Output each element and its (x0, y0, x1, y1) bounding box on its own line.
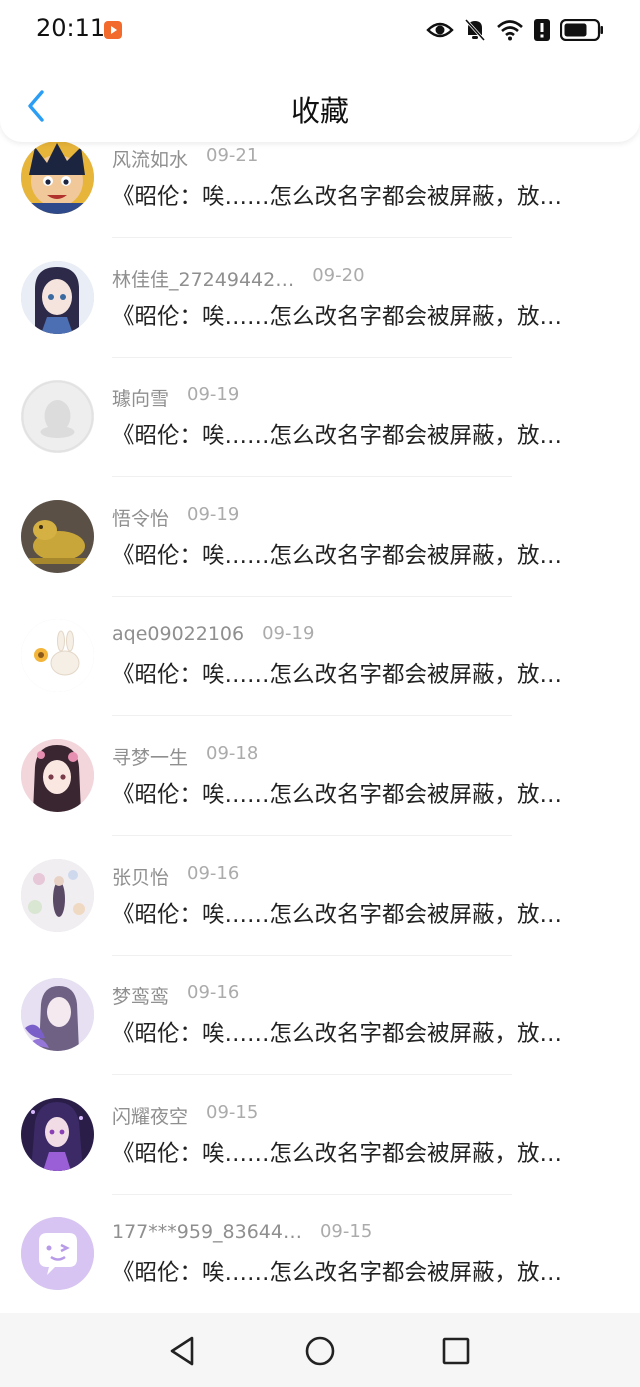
favorite-content: 《昭伦：唉……怎么改名字都会被屏蔽，放… (112, 901, 563, 928)
status-bar: 20:11 (0, 0, 640, 62)
avatar[interactable] (21, 1217, 94, 1291)
date: 09-19 (262, 623, 315, 645)
title-bar: 收藏 (0, 72, 640, 142)
wifi-icon (496, 19, 524, 41)
favorite-item[interactable]: 闪耀夜空 09-15 《昭伦：唉……怎么改名字都会被屏蔽，放… (0, 1076, 640, 1196)
header: 20:11 收藏 (0, 0, 640, 142)
user-name: 林佳佳_27249442… (112, 268, 295, 291)
avatar[interactable] (21, 858, 94, 932)
user-name: 悟令怡 (112, 507, 170, 530)
favorite-content: 《昭伦：唉……怎么改名字都会被屏蔽，放… (112, 781, 563, 808)
system-navigation-bar (0, 1313, 640, 1387)
home-circle-icon (304, 1335, 336, 1371)
favorite-content: 《昭伦：唉……怎么改名字都会被屏蔽，放… (112, 423, 563, 450)
avatar[interactable] (21, 1097, 94, 1171)
avatar[interactable] (21, 978, 94, 1052)
avatar[interactable] (21, 380, 94, 454)
user-name: 寻梦一生 (112, 746, 189, 769)
favorites-list: 风流如水 09-21 《昭伦：唉……怎么改名字都会被屏蔽，放… 林佳佳_27249… (0, 119, 640, 1315)
favorite-content: 《昭伦：唉……怎么改名字都会被屏蔽，放… (112, 662, 563, 689)
favorite-content: 《昭伦：唉……怎么改名字都会被屏蔽，放… (112, 542, 563, 569)
user-name: 张贝怡 (112, 866, 170, 889)
favorite-content: 《昭伦：唉……怎么改名字都会被屏蔽，放… (112, 1140, 563, 1167)
date: 09-21 (206, 145, 259, 166)
date: 09-18 (206, 742, 259, 764)
favorite-content: 《昭伦：唉……怎么改名字都会被屏蔽，放… (112, 1260, 563, 1287)
date: 09-19 (187, 384, 240, 406)
favorites-screen: 20:11 收藏 风流如水 09-21 《昭伦：唉……怎么改名字都会被屏蔽，放…… (0, 0, 640, 1387)
status-icons (426, 16, 604, 44)
eye-icon (426, 20, 454, 40)
favorite-content: 《昭伦：唉……怎么改名字都会被屏蔽，放… (112, 303, 563, 330)
user-name: 风流如水 (112, 149, 189, 171)
bell-off-icon (464, 18, 486, 42)
favorite-item[interactable]: 璩向雪 09-19 《昭伦：唉……怎么改名字都会被屏蔽，放… (0, 358, 640, 478)
date: 09-15 (319, 1221, 373, 1243)
date: 09-19 (187, 503, 240, 525)
system-home-button[interactable] (302, 1335, 338, 1371)
date: 09-16 (187, 982, 240, 1004)
favorite-content: 《昭伦：唉……怎么改名字都会被屏蔽，放… (112, 1021, 563, 1048)
alert-icon (534, 19, 550, 41)
user-name: 梦鸾鸾 (112, 986, 170, 1009)
avatar[interactable] (21, 619, 94, 693)
favorite-item[interactable]: aqe09022106 09-19 《昭伦：唉……怎么改名字都会被屏蔽，放… (0, 597, 640, 717)
avatar[interactable] (21, 499, 94, 573)
date: 09-20 (312, 264, 365, 286)
favorite-item[interactable]: 寻梦一生 09-18 《昭伦：唉……怎么改名字都会被屏蔽，放… (0, 717, 640, 837)
user-name: 177***959_83644… (112, 1221, 302, 1244)
favorite-item[interactable]: 林佳佳_27249442… 09-20 《昭伦：唉……怎么改名字都会被屏蔽，放… (0, 239, 640, 359)
back-triangle-icon (167, 1335, 197, 1371)
date: 09-15 (206, 1101, 259, 1123)
user-name: aqe09022106 (112, 623, 245, 646)
favorite-item[interactable]: 梦鸾鸾 09-16 《昭伦：唉……怎么改名字都会被屏蔽，放… (0, 956, 640, 1076)
page-title: 收藏 (290, 94, 349, 128)
user-name: 璩向雪 (112, 388, 170, 411)
video-app-icon (104, 21, 122, 39)
battery-icon (560, 19, 604, 41)
system-recents-button[interactable] (438, 1335, 474, 1371)
system-back-button[interactable] (164, 1335, 200, 1371)
date: 09-16 (187, 862, 240, 884)
avatar[interactable] (21, 738, 94, 812)
avatar[interactable] (21, 141, 94, 214)
user-name: 闪耀夜空 (112, 1105, 189, 1128)
favorite-item[interactable]: 177***959_83644… 09-15 《昭伦：唉……怎么改名字都会被屏蔽，… (0, 1195, 640, 1315)
favorite-item[interactable]: 张贝怡 09-16 《昭伦：唉……怎么改名字都会被屏蔽，放… (0, 837, 640, 957)
favorite-item[interactable]: 悟令怡 09-19 《昭伦：唉……怎么改名字都会被屏蔽，放… (0, 478, 640, 598)
avatar[interactable] (21, 260, 94, 334)
recents-square-icon (441, 1336, 471, 1370)
status-time: 20:11 (36, 14, 106, 42)
favorite-content: 《昭伦：唉……怎么改名字都会被屏蔽，放… (112, 184, 563, 210)
